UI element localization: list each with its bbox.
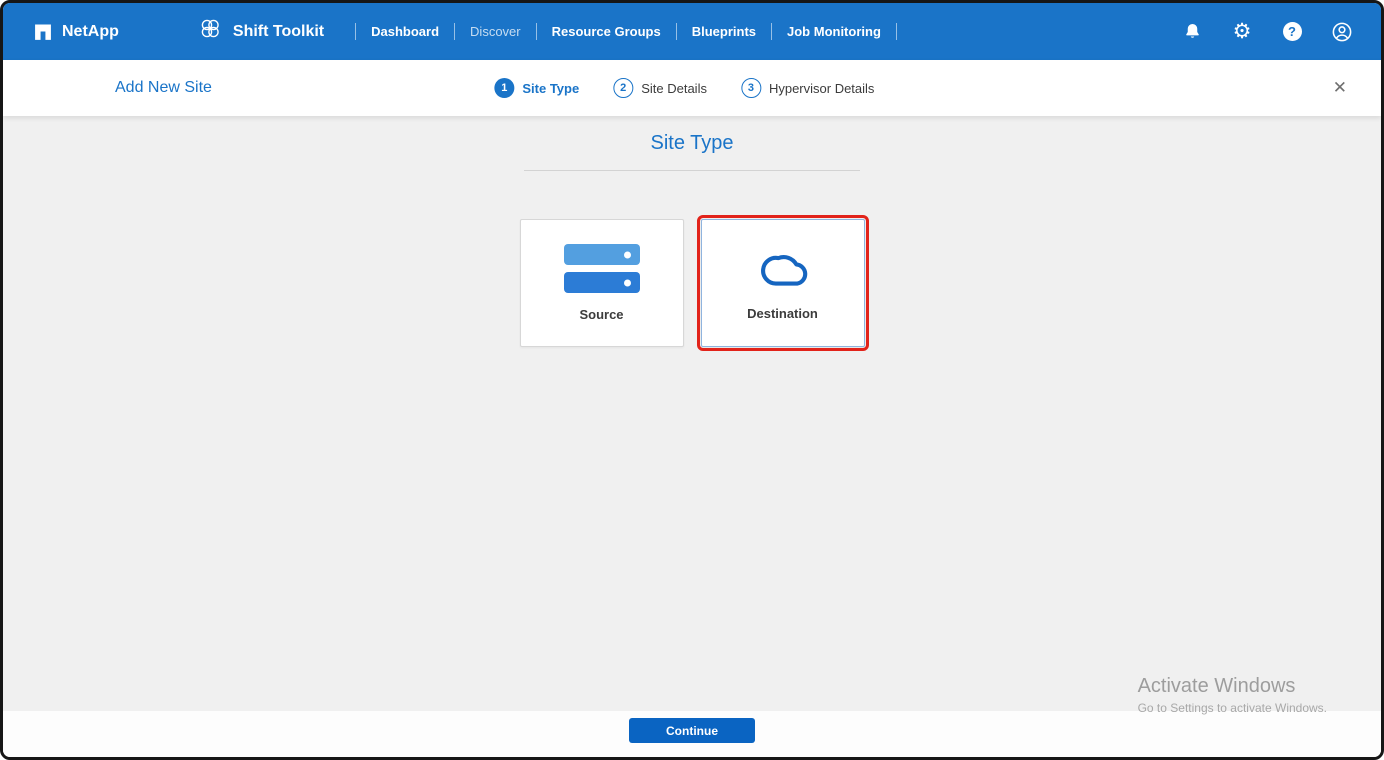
nav-item-discover[interactable]: Discover (470, 24, 521, 39)
step-site-details[interactable]: 2 Site Details (613, 78, 707, 98)
title-divider (524, 170, 860, 171)
watermark-subtitle: Go to Settings to activate Windows. (1137, 701, 1327, 715)
cloud-icon (753, 246, 813, 292)
step-3-circle: 3 (740, 78, 761, 98)
source-card[interactable]: Source (519, 219, 684, 347)
gear-icon[interactable]: ⚙ (1231, 21, 1253, 43)
server-stack-icon (563, 244, 640, 293)
close-icon[interactable]: ✕ (1325, 74, 1355, 102)
page-title: Add New Site (115, 79, 212, 96)
netapp-brand[interactable]: NetApp (33, 22, 119, 42)
site-type-cards: Source Destination (519, 215, 869, 351)
step-2-label: Site Details (641, 80, 707, 96)
step-1-label: Site Type (522, 80, 580, 96)
nav-item-resource-groups[interactable]: Resource Groups (552, 24, 661, 39)
nav-item-job-monitoring[interactable]: Job Monitoring (787, 24, 881, 39)
shift-toolkit-icon (197, 16, 223, 47)
nav-item-blueprints[interactable]: Blueprints (692, 24, 756, 39)
step-2-circle: 2 (613, 78, 634, 98)
wizard-body: Site Type Source Destination (3, 116, 1381, 711)
top-navigation-bar: NetApp Shift Toolkit Dashboard Discover … (3, 3, 1381, 60)
topbar-actions: ⚙ ? (1181, 21, 1353, 43)
watermark-title: Activate Windows (1137, 675, 1296, 697)
step-site-type[interactable]: 1 Site Type (494, 78, 579, 98)
app-title-label: Shift Toolkit (232, 22, 325, 40)
step-3-label: Hypervisor Details (768, 80, 875, 96)
wizard-footer: Continue (3, 711, 1381, 757)
nav-item-dashboard[interactable]: Dashboard (371, 24, 439, 39)
windows-activation-watermark: Activate Windows Go to Settings to activ… (1138, 675, 1327, 715)
step-hypervisor-details[interactable]: 3 Hypervisor Details (740, 78, 875, 98)
bell-icon[interactable] (1181, 21, 1203, 43)
user-icon[interactable] (1331, 21, 1353, 43)
brand-label: NetApp (62, 22, 119, 40)
help-icon[interactable]: ? (1281, 21, 1303, 43)
nav-divider (675, 23, 677, 40)
netapp-logo-icon (33, 22, 53, 42)
nav-divider (771, 23, 773, 40)
wizard-steps: 1 Site Type 2 Site Details 3 Hypervisor … (494, 78, 874, 98)
section-title: Site Type (650, 132, 734, 154)
step-1-circle: 1 (494, 78, 515, 98)
source-card-label: Source (579, 307, 624, 322)
app-title[interactable]: Shift Toolkit (197, 16, 324, 47)
continue-button[interactable]: Continue (629, 718, 755, 743)
nav-divider (895, 23, 897, 40)
wizard-header: Add New Site 1 Site Type 2 Site Details … (3, 60, 1381, 116)
destination-card-label: Destination (747, 305, 818, 321)
nav-divider (355, 23, 357, 40)
nav-divider (454, 23, 456, 40)
app-window: NetApp Shift Toolkit Dashboard Discover … (0, 0, 1384, 760)
nav-divider (535, 23, 537, 40)
main-nav: Dashboard Discover Resource Groups Bluep… (340, 23, 912, 40)
destination-card[interactable]: Destination (696, 215, 869, 351)
